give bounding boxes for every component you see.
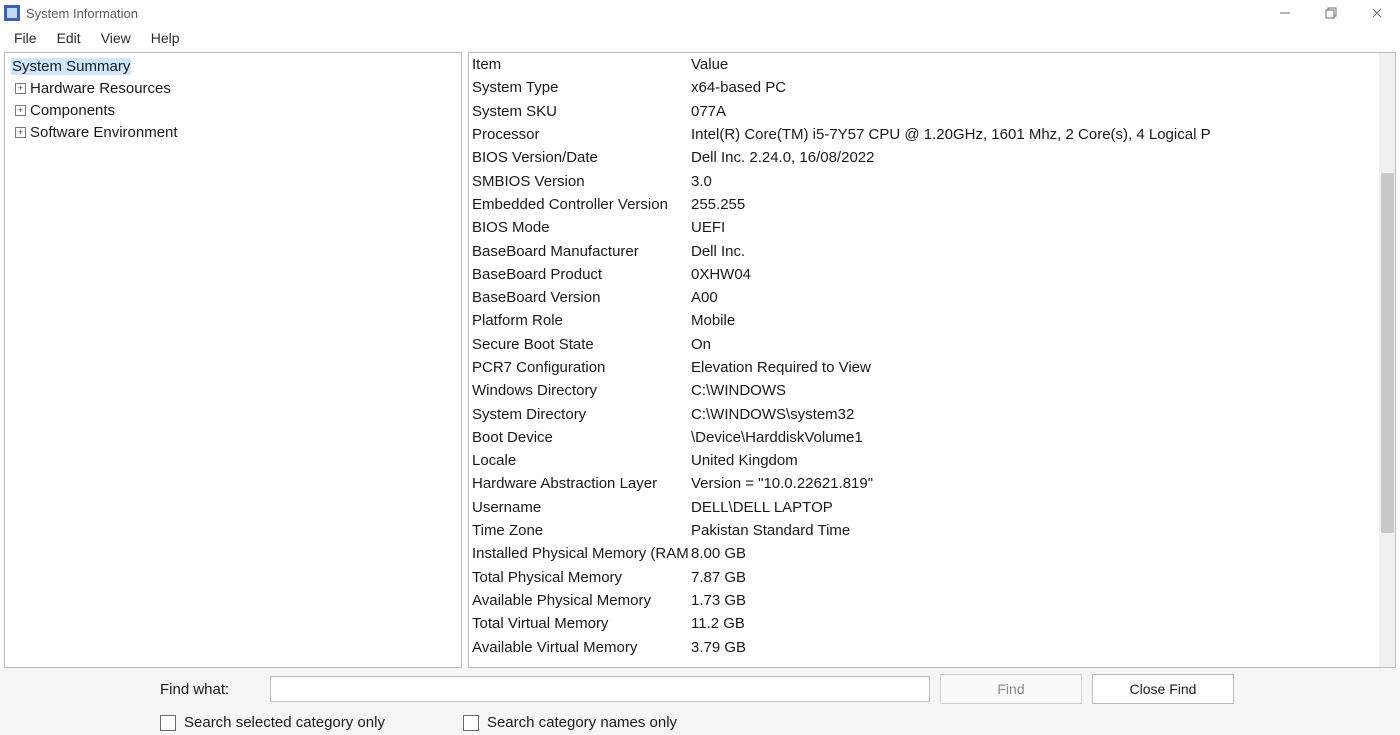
- detail-item[interactable]: Available Physical Memory: [469, 589, 688, 612]
- column-header-item[interactable]: Item: [469, 53, 688, 76]
- checkbox-label: Search selected category only: [184, 714, 385, 731]
- menu-file[interactable]: File: [4, 28, 47, 48]
- detail-value[interactable]: Version = "10.0.22621.819": [688, 472, 1210, 495]
- detail-item[interactable]: Embedded Controller Version: [469, 193, 688, 216]
- detail-value[interactable]: 077A: [688, 100, 1210, 123]
- close-find-button[interactable]: Close Find: [1092, 674, 1234, 704]
- detail-value[interactable]: Intel(R) Core(TM) i5-7Y57 CPU @ 1.20GHz,…: [688, 123, 1210, 146]
- close-button[interactable]: [1354, 0, 1400, 26]
- find-what-label: Find what:: [160, 681, 260, 698]
- detail-value[interactable]: On: [688, 333, 1210, 356]
- detail-item[interactable]: Platform Role: [469, 309, 688, 332]
- column-header-value[interactable]: Value: [688, 53, 1210, 76]
- vertical-scrollbar[interactable]: [1379, 53, 1395, 667]
- maximize-button[interactable]: [1308, 0, 1354, 26]
- detail-value[interactable]: C:\WINDOWS: [688, 379, 1210, 402]
- expand-icon[interactable]: +: [15, 127, 26, 138]
- detail-item[interactable]: Processor: [469, 123, 688, 146]
- minimize-button[interactable]: [1262, 0, 1308, 26]
- detail-item[interactable]: Available Virtual Memory: [469, 635, 688, 658]
- detail-value[interactable]: UEFI: [688, 216, 1210, 239]
- detail-item[interactable]: BaseBoard Manufacturer: [469, 239, 688, 262]
- detail-value[interactable]: Elevation Required to View: [688, 356, 1210, 379]
- expand-icon[interactable]: +: [15, 105, 26, 116]
- chk-search-category-names[interactable]: Search category names only: [463, 714, 677, 731]
- tree-label: Software Environment: [28, 124, 178, 141]
- tree-label: Components: [28, 102, 115, 119]
- detail-item[interactable]: BaseBoard Version: [469, 286, 688, 309]
- detail-value[interactable]: C:\WINDOWS\system32: [688, 402, 1210, 425]
- detail-item[interactable]: Hardware Abstraction Layer: [469, 472, 688, 495]
- find-input[interactable]: [270, 676, 930, 702]
- detail-item[interactable]: Locale: [469, 449, 688, 472]
- detail-value[interactable]: 255.255: [688, 193, 1210, 216]
- detail-item[interactable]: Time Zone: [469, 519, 688, 542]
- menu-view[interactable]: View: [91, 28, 141, 48]
- detail-value[interactable]: 7.87 GB: [688, 566, 1210, 589]
- tree-node-hardware-resources[interactable]: + Hardware Resources: [11, 77, 461, 99]
- detail-item[interactable]: PCR7 Configuration: [469, 356, 688, 379]
- detail-item[interactable]: Secure Boot State: [469, 333, 688, 356]
- expand-icon[interactable]: +: [15, 83, 26, 94]
- menu-help[interactable]: Help: [141, 28, 190, 48]
- detail-value[interactable]: DELL\DELL LAPTOP: [688, 496, 1210, 519]
- detail-value[interactable]: United Kingdom: [688, 449, 1210, 472]
- detail-value[interactable]: 1.73 GB: [688, 589, 1210, 612]
- detail-item[interactable]: System SKU: [469, 100, 688, 123]
- detail-value[interactable]: x64-based PC: [688, 76, 1210, 99]
- detail-item[interactable]: System Type: [469, 76, 688, 99]
- find-bar: Find what: Find Close Find Search select…: [0, 668, 1400, 735]
- checkbox-icon: [463, 715, 479, 731]
- main-area: System Summary + Hardware Resources + Co…: [0, 50, 1400, 668]
- tree-node-components[interactable]: + Components: [11, 99, 461, 121]
- detail-item[interactable]: SMBIOS Version: [469, 169, 688, 192]
- tree-label: System Summary: [11, 58, 131, 75]
- detail-item[interactable]: BIOS Version/Date: [469, 146, 688, 169]
- menubar: File Edit View Help: [0, 26, 1400, 50]
- detail-item[interactable]: System Directory: [469, 402, 688, 425]
- detail-value[interactable]: Dell Inc. 2.24.0, 16/08/2022: [688, 146, 1210, 169]
- category-tree[interactable]: System Summary + Hardware Resources + Co…: [4, 52, 462, 668]
- chk-search-selected-category[interactable]: Search selected category only: [160, 714, 385, 731]
- details-pane: Item Value System Typex64-based PCSystem…: [468, 52, 1396, 668]
- tree-node-software-environment[interactable]: + Software Environment: [11, 121, 461, 143]
- checkbox-icon: [160, 715, 176, 731]
- menu-edit[interactable]: Edit: [47, 28, 91, 48]
- detail-item[interactable]: Username: [469, 496, 688, 519]
- app-icon: [4, 5, 20, 21]
- detail-value[interactable]: 0XHW04: [688, 263, 1210, 286]
- detail-item[interactable]: Boot Device: [469, 426, 688, 449]
- scrollbar-thumb[interactable]: [1381, 173, 1394, 533]
- find-button[interactable]: Find: [940, 674, 1082, 704]
- titlebar: System Information: [0, 0, 1400, 26]
- detail-value[interactable]: \Device\HarddiskVolume1: [688, 426, 1210, 449]
- detail-item[interactable]: Installed Physical Memory (RAM): [469, 542, 688, 565]
- tree-label: Hardware Resources: [28, 80, 171, 97]
- detail-value[interactable]: Mobile: [688, 309, 1210, 332]
- detail-value[interactable]: A00: [688, 286, 1210, 309]
- detail-value[interactable]: 3.0: [688, 169, 1210, 192]
- details-table[interactable]: Item Value System Typex64-based PCSystem…: [469, 53, 1379, 659]
- detail-value[interactable]: Dell Inc.: [688, 239, 1210, 262]
- detail-item[interactable]: Total Physical Memory: [469, 566, 688, 589]
- detail-item[interactable]: BaseBoard Product: [469, 263, 688, 286]
- checkbox-label: Search category names only: [487, 714, 677, 731]
- detail-value[interactable]: Pakistan Standard Time: [688, 519, 1210, 542]
- detail-item[interactable]: Windows Directory: [469, 379, 688, 402]
- detail-value[interactable]: 8.00 GB: [688, 542, 1210, 565]
- tree-node-system-summary[interactable]: System Summary: [11, 55, 461, 77]
- detail-value[interactable]: 11.2 GB: [688, 612, 1210, 635]
- window-title: System Information: [26, 6, 138, 21]
- detail-item[interactable]: Total Virtual Memory: [469, 612, 688, 635]
- detail-value[interactable]: 3.79 GB: [688, 635, 1210, 658]
- detail-item[interactable]: BIOS Mode: [469, 216, 688, 239]
